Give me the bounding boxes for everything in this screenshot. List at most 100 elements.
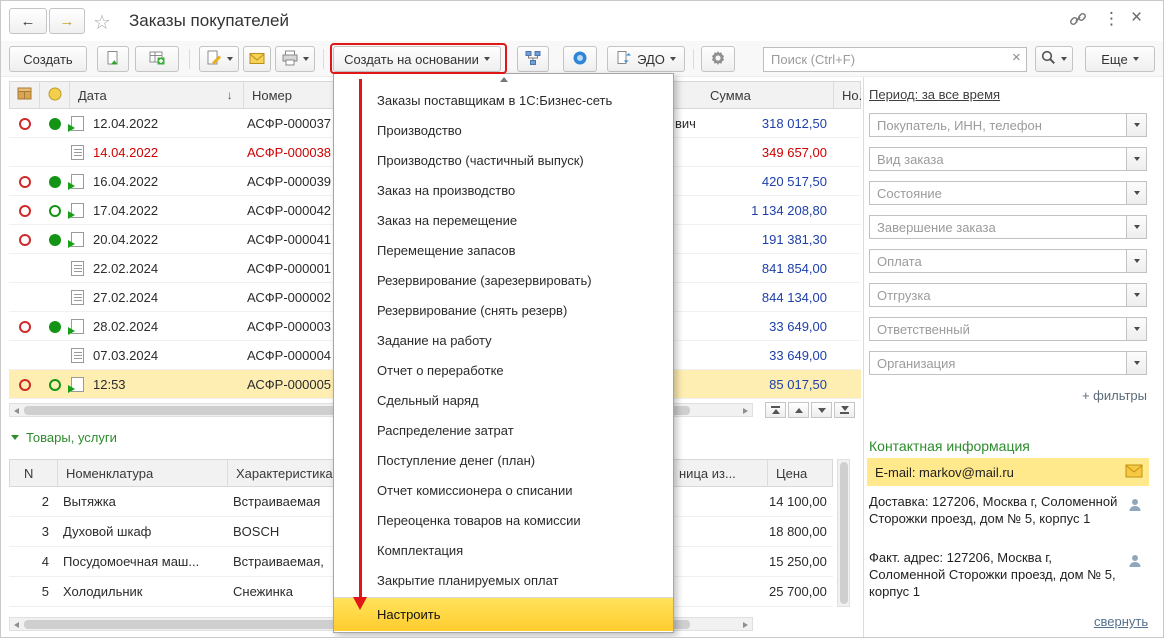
person-icon[interactable] (1127, 553, 1143, 572)
edo-button[interactable]: ЭДО (607, 46, 685, 72)
forward-button[interactable]: → (49, 8, 85, 34)
date-column-header[interactable]: Дата ↓ (70, 82, 244, 108)
email-row[interactable]: E-mail: markov@mail.ru (867, 458, 1149, 486)
filter-shipment-input[interactable]: Отгрузка (869, 283, 1127, 307)
menu-item-configure[interactable]: Настроить (334, 597, 673, 631)
create-on-basis-menu: Заказы поставщикам в 1С:Бизнес-сеть Прои… (333, 73, 674, 633)
search-clear-icon[interactable]: × (1012, 50, 1021, 65)
more-button[interactable]: Еще (1085, 46, 1155, 72)
order-sum: 1 134 208,80 (751, 202, 827, 218)
search-options-button[interactable] (1035, 46, 1073, 72)
order-date: 20.04.2022 (93, 231, 159, 247)
filter-completion-dropdown[interactable] (1127, 215, 1147, 239)
menu-item[interactable]: Производство (334, 116, 673, 146)
menu-dots-icon[interactable]: ⋮ (1103, 9, 1120, 29)
menu-item[interactable]: Комплектация (334, 536, 673, 566)
sum-column-header[interactable]: Сумма (702, 82, 834, 108)
more-filters-link[interactable]: + фильтры (1041, 388, 1147, 403)
filter-completion-input[interactable]: Завершение заказа (869, 215, 1127, 239)
scroll-right-icon[interactable] (743, 408, 748, 414)
settings-gear-button[interactable] (701, 46, 735, 72)
go-first-button[interactable] (765, 402, 786, 418)
menu-item[interactable]: Резервирование (зарезервировать) (334, 266, 673, 296)
filter-payment-dropdown[interactable] (1127, 249, 1147, 273)
n-column-label: N (24, 465, 34, 481)
scroll-left-icon[interactable] (14, 408, 19, 414)
filter-state-dropdown[interactable] (1127, 181, 1147, 205)
menu-item[interactable]: Заказ на производство (334, 176, 673, 206)
item-line-number: 4 (41, 554, 49, 569)
camera-button[interactable] (563, 46, 597, 72)
payment-status-icon (49, 234, 61, 246)
menu-item[interactable]: Закрытие планируемых оплат (334, 566, 673, 596)
chevron-down-icon (1061, 57, 1067, 61)
go-up-button[interactable] (788, 402, 809, 418)
items-section-header[interactable]: Товары, услуги (11, 430, 117, 445)
create-group-button[interactable] (135, 46, 179, 72)
order-number: АСФР-000039 (247, 173, 332, 189)
filter-organization-input[interactable]: Организация (869, 351, 1127, 375)
order-number: АСФР-000003 (247, 318, 332, 334)
filter-organization-dropdown[interactable] (1127, 351, 1147, 375)
menu-item[interactable]: Заказ на перемещение (334, 206, 673, 236)
search-input[interactable] (763, 47, 1027, 72)
envelope-icon[interactable] (1125, 464, 1143, 481)
nomenclature-column-header[interactable]: Номенклатура (58, 460, 228, 486)
scroll-left-icon[interactable] (14, 622, 19, 628)
menu-item[interactable]: Задание на работу (334, 326, 673, 356)
order-date: 07.03.2024 (93, 347, 159, 363)
period-link[interactable]: Период: за все время (869, 87, 1000, 102)
filter-state-input[interactable]: Состояние (869, 181, 1127, 205)
characteristic-column-header[interactable]: Характеристика (228, 460, 342, 486)
filter-responsible-dropdown[interactable] (1127, 317, 1147, 341)
filter-order-type-input[interactable]: Вид заказа (869, 147, 1127, 171)
menu-item[interactable]: Переоценка товаров на комиссии (334, 506, 673, 536)
menu-item[interactable]: Заказы поставщикам в 1С:Бизнес-сеть (334, 86, 673, 116)
unit-column-header[interactable]: ница из... (670, 460, 768, 486)
menu-item[interactable]: Производство (частичный выпуск) (334, 146, 673, 176)
toolbar-separator (693, 49, 694, 69)
copy-button[interactable] (97, 46, 129, 72)
items-vscrollbar[interactable] (837, 459, 850, 607)
price-column-header[interactable]: Цена (768, 460, 833, 486)
menu-item[interactable]: Распределение затрат (334, 416, 673, 446)
filter-buyer-dropdown[interactable] (1127, 113, 1147, 137)
filter-order-type-dropdown[interactable] (1127, 147, 1147, 171)
order-number: АСФР-000038 (247, 144, 332, 160)
person-icon[interactable] (1127, 497, 1143, 516)
go-last-button[interactable] (834, 402, 855, 418)
draft-doc-icon (71, 348, 84, 363)
next-column-header[interactable]: Но... (834, 82, 861, 108)
menu-item[interactable]: Отчет о переработке (334, 356, 673, 386)
menu-item[interactable]: Сдельный наряд (334, 386, 673, 416)
close-icon[interactable]: × (1131, 8, 1142, 28)
search-icon (1041, 50, 1056, 68)
menu-item[interactable]: Отчет комиссионера о списании (334, 476, 673, 506)
change-selected-button[interactable] (199, 46, 239, 72)
shipment-column-header[interactable] (10, 82, 40, 108)
email-button[interactable] (243, 46, 271, 72)
collapse-link[interactable]: свернуть (1094, 614, 1148, 629)
menu-item[interactable]: Перемещение запасов (334, 236, 673, 266)
create-button[interactable]: Создать (9, 46, 87, 72)
back-button[interactable]: ← (9, 8, 47, 34)
filter-payment-input[interactable]: Оплата (869, 249, 1127, 273)
posted-doc-icon (68, 319, 84, 335)
n-column-header[interactable]: N (10, 460, 58, 486)
menu-item[interactable]: Поступление денег (план) (334, 446, 673, 476)
favorite-star-icon[interactable]: ☆ (93, 10, 111, 35)
payment-column-header[interactable] (40, 82, 70, 108)
triangle-up-icon (794, 407, 803, 413)
menu-item[interactable]: Резервирование (снять резерв) (334, 296, 673, 326)
go-down-button[interactable] (811, 402, 832, 418)
print-button[interactable] (275, 46, 315, 72)
link-icon[interactable] (1069, 10, 1087, 33)
scroll-right-icon[interactable] (743, 622, 748, 628)
filter-shipment-dropdown[interactable] (1127, 283, 1147, 307)
draft-doc-icon (71, 145, 84, 160)
scrollbar-thumb[interactable] (840, 462, 848, 604)
number-column-header[interactable]: Номер (244, 82, 346, 108)
filter-buyer-input[interactable]: Покупатель, ИНН, телефон (869, 113, 1127, 137)
related-documents-button[interactable] (517, 46, 549, 72)
filter-responsible-input[interactable]: Ответственный (869, 317, 1127, 341)
